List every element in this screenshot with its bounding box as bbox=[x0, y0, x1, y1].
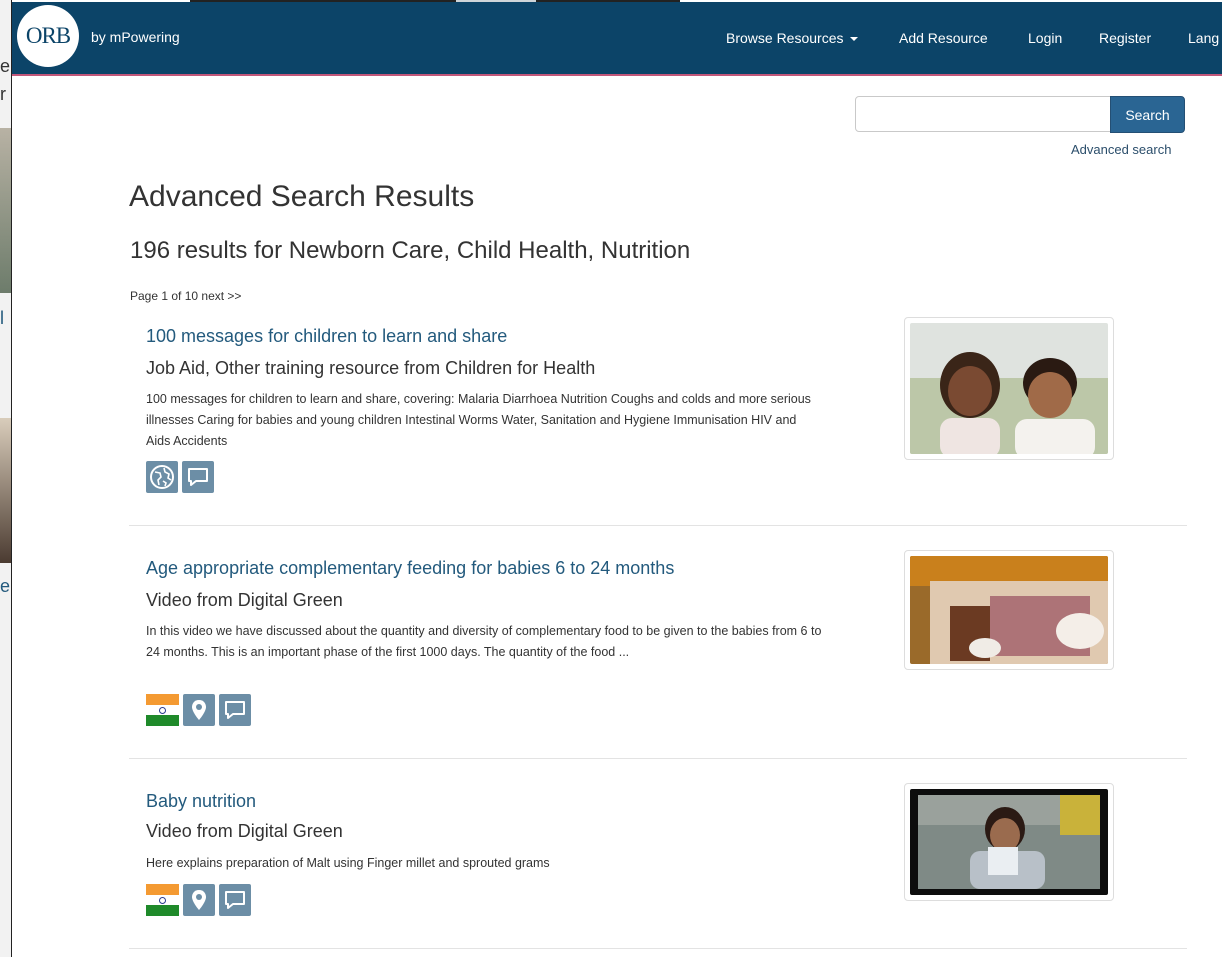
india-flag-icon[interactable] bbox=[146, 694, 179, 727]
result-title-link[interactable]: Age appropriate complementary feeding fo… bbox=[146, 558, 674, 579]
india-flag-icon[interactable] bbox=[146, 884, 179, 917]
nav-browse-resources[interactable]: Browse Resources bbox=[726, 30, 858, 46]
background-text-fragment: r bbox=[0, 84, 6, 104]
nav-browse-resources-label: Browse Resources bbox=[726, 30, 844, 46]
nav-language[interactable]: Lang bbox=[1188, 30, 1219, 46]
navbar: ORB by mPowering Browse Resources Add Re… bbox=[12, 2, 1222, 76]
page-indicator: Page 1 of 10 bbox=[130, 289, 199, 303]
nav-add-resource[interactable]: Add Resource bbox=[899, 30, 988, 46]
background-text-fragment: e bbox=[0, 56, 11, 76]
next-page-link[interactable]: next >> bbox=[201, 289, 241, 303]
page-title: Advanced Search Results bbox=[129, 180, 475, 213]
result-description: Here explains preparation of Malt using … bbox=[146, 856, 550, 870]
caret-down-icon bbox=[849, 37, 858, 42]
nav-register[interactable]: Register bbox=[1099, 30, 1151, 46]
speech-bubble-icon[interactable] bbox=[219, 884, 251, 916]
speech-bubble-icon[interactable] bbox=[219, 694, 251, 726]
search-button[interactable]: Search bbox=[1110, 96, 1185, 133]
result-item: Age appropriate complementary feeding fo… bbox=[129, 526, 1187, 759]
result-item: 100 messages for children to learn and s… bbox=[129, 314, 1187, 526]
result-subtitle: Video from Digital Green bbox=[146, 821, 343, 841]
result-title-link[interactable]: Baby nutrition bbox=[146, 791, 256, 812]
orb-logo[interactable]: ORB bbox=[17, 5, 79, 67]
children-smiling-photo bbox=[910, 323, 1108, 454]
feeding-video-still bbox=[910, 556, 1108, 664]
globe-icon[interactable] bbox=[146, 461, 178, 493]
result-icons bbox=[146, 694, 251, 727]
background-text-fragment: l bbox=[0, 308, 4, 328]
brand-subtitle[interactable]: by mPowering bbox=[91, 29, 180, 45]
browser-window: ORB by mPowering Browse Resources Add Re… bbox=[11, 2, 1222, 957]
nav-login[interactable]: Login bbox=[1028, 30, 1062, 46]
result-thumbnail[interactable] bbox=[904, 317, 1114, 460]
result-thumbnail[interactable] bbox=[904, 550, 1114, 670]
result-item: Baby nutrition Video from Digital Green … bbox=[129, 759, 1187, 949]
result-description: 100 messages for children to learn and s… bbox=[146, 392, 811, 448]
result-icons bbox=[146, 461, 214, 493]
logo-text: ORB bbox=[25, 23, 71, 48]
result-subtitle: Job Aid, Other training resource from Ch… bbox=[146, 358, 596, 378]
results-count: 196 results for Newborn Care, Child Heal… bbox=[130, 237, 691, 264]
advanced-search-link[interactable]: Advanced search bbox=[1071, 142, 1171, 157]
result-subtitle: Video from Digital Green bbox=[146, 590, 343, 610]
map-pin-icon[interactable] bbox=[183, 884, 215, 916]
search-input[interactable] bbox=[855, 96, 1111, 132]
result-description: In this video we have discussed about th… bbox=[146, 624, 822, 659]
result-thumbnail[interactable] bbox=[904, 783, 1114, 901]
result-title-link[interactable]: 100 messages for children to learn and s… bbox=[146, 326, 507, 347]
result-icons bbox=[146, 884, 251, 917]
background-text-fragment: e bbox=[0, 576, 11, 596]
speech-bubble-icon[interactable] bbox=[182, 461, 214, 493]
baby-nutrition-video-still bbox=[910, 789, 1108, 895]
pagination: Page 1 of 10 next >> bbox=[130, 289, 241, 303]
map-pin-icon[interactable] bbox=[183, 694, 215, 726]
